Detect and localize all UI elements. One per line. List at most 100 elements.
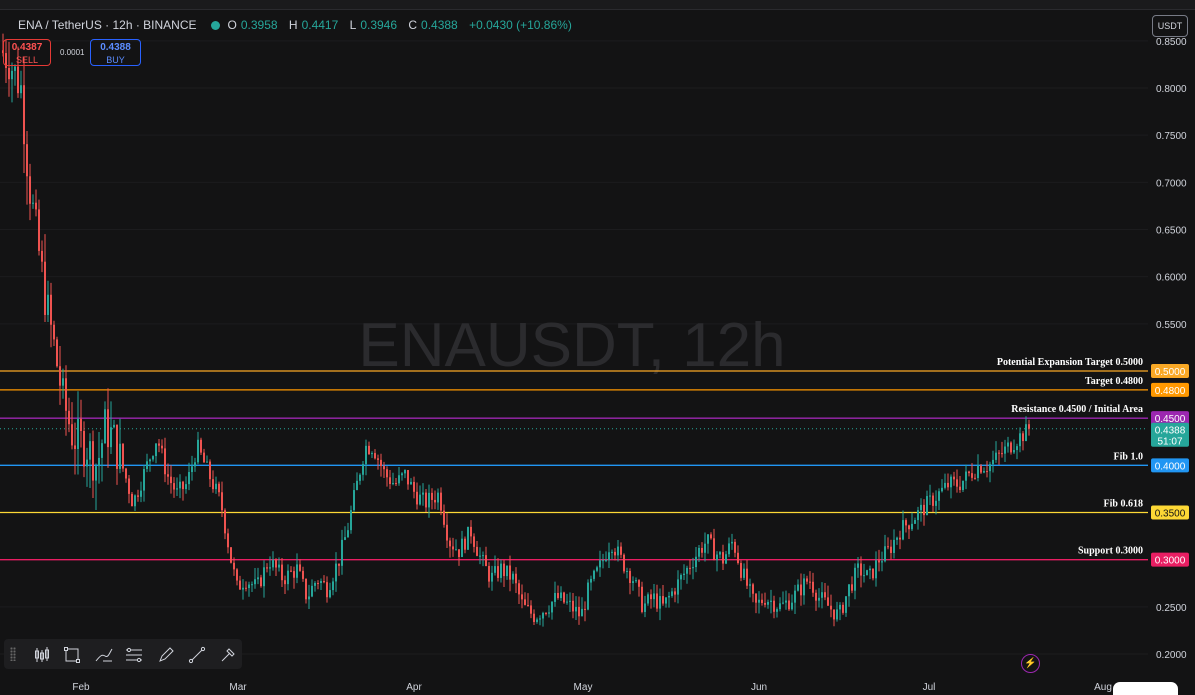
- candle-body: [974, 477, 976, 479]
- candle-body: [860, 563, 862, 576]
- brush-icon[interactable]: [92, 639, 116, 669]
- candle-body: [83, 430, 85, 467]
- candle-body: [185, 484, 187, 490]
- change-value: +0.0430 (+10.86%): [469, 18, 572, 32]
- candle-body: [98, 457, 100, 467]
- candle-body: [599, 560, 601, 568]
- close-value: 0.4388: [421, 18, 458, 32]
- open-value: 0.3958: [240, 18, 278, 32]
- candle-body: [854, 567, 856, 591]
- candle-body: [275, 559, 277, 568]
- candle-body: [434, 499, 436, 503]
- candle-body: [977, 465, 979, 478]
- candle-body: [299, 564, 301, 571]
- candle-body: [902, 520, 904, 540]
- candles-icon[interactable]: [30, 639, 54, 669]
- candle-body: [92, 441, 94, 481]
- time-tick-label: Apr: [406, 682, 422, 693]
- candle-body: [506, 565, 508, 577]
- candle-body: [668, 595, 670, 598]
- candle-body: [635, 580, 637, 582]
- symbol-title[interactable]: ENA / TetherUS · 12h · BINANCE: [18, 18, 197, 32]
- candle-body: [353, 490, 355, 511]
- candle-body: [734, 541, 736, 553]
- candle-body: [74, 445, 76, 449]
- price-chart[interactable]: ENAUSDT, 12h Potential Expansion Target …: [0, 0, 1195, 695]
- spread-value: 0.0001: [60, 48, 85, 57]
- currency-select[interactable]: USDT: [1152, 15, 1188, 37]
- candle-body: [59, 366, 61, 386]
- candle-body: [920, 504, 922, 511]
- candle-body: [251, 584, 253, 586]
- chart-header: ENA / TetherUS · 12h · BINANCE O 0.3958 H…: [0, 14, 576, 36]
- candle-body: [716, 554, 718, 561]
- candle-body: [932, 495, 934, 506]
- candle-body: [533, 613, 535, 622]
- candle-body: [1007, 442, 1009, 447]
- buy-price: 0.4388: [100, 42, 131, 53]
- candle-body: [530, 605, 532, 614]
- level-label: Resistance 0.4500 / Initial Area: [1011, 404, 1143, 415]
- candle-body: [839, 604, 841, 610]
- candle-body: [365, 445, 367, 465]
- candle-body: [1022, 433, 1024, 442]
- candle-body: [410, 481, 412, 485]
- candle-body: [554, 592, 556, 602]
- candle-body: [446, 524, 448, 541]
- lightning-icon[interactable]: ⚡: [1021, 654, 1040, 673]
- rectangle-icon[interactable]: [60, 639, 84, 669]
- candle-body: [908, 525, 910, 530]
- candle-body: [1013, 450, 1015, 453]
- candle-body: [557, 592, 559, 599]
- candle-body: [575, 606, 577, 612]
- candle-body: [845, 596, 847, 613]
- fib-icon[interactable]: [122, 639, 146, 669]
- buy-label: BUY: [106, 55, 125, 65]
- candle-body: [872, 568, 874, 579]
- candle-body: [722, 552, 724, 564]
- candle-body: [395, 483, 397, 485]
- candle-body: [179, 481, 181, 489]
- candle-body: [710, 534, 712, 539]
- candle-body: [158, 443, 160, 446]
- candle-body: [194, 462, 196, 467]
- candle-body: [71, 424, 73, 446]
- candle-body: [980, 465, 982, 473]
- candle-body: [356, 480, 358, 491]
- candle-body: [602, 560, 604, 562]
- candle-body: [464, 538, 466, 550]
- candle-body: [899, 537, 901, 540]
- price-tick-label: 0.8500: [1156, 37, 1187, 48]
- candle-body: [998, 452, 1000, 454]
- time-tick-label: Jul: [923, 682, 936, 693]
- candle-body: [485, 555, 487, 567]
- candle-body: [320, 581, 322, 584]
- drag-handle-icon[interactable]: [10, 647, 16, 661]
- line-icon[interactable]: [185, 639, 209, 669]
- candle-body: [809, 581, 811, 583]
- buy-button[interactable]: 0.4388 BUY: [90, 39, 141, 66]
- measure-icon[interactable]: [216, 639, 240, 669]
- candle-body: [824, 592, 826, 598]
- candle-body: [209, 461, 211, 480]
- low-key: L: [349, 18, 357, 32]
- candle-body: [1019, 433, 1021, 447]
- candle-body: [620, 546, 622, 555]
- candle-body: [527, 604, 529, 606]
- candle-body: [890, 546, 892, 553]
- price-tick-label: 0.8000: [1156, 84, 1187, 95]
- time-tick-label: Mar: [229, 682, 247, 693]
- candle-body: [473, 536, 475, 547]
- sell-button[interactable]: 0.4387 SELL: [3, 39, 51, 66]
- candle-body: [584, 608, 586, 610]
- high-key: H: [288, 18, 298, 32]
- candle-body: [944, 482, 946, 488]
- candle-body: [545, 612, 547, 614]
- close-key: C: [408, 18, 418, 32]
- candle-body: [449, 540, 451, 547]
- pen-icon[interactable]: [154, 639, 178, 669]
- candle-body: [971, 473, 973, 478]
- candle-body: [962, 480, 964, 491]
- candle-body: [869, 568, 871, 571]
- candle-body: [497, 566, 499, 578]
